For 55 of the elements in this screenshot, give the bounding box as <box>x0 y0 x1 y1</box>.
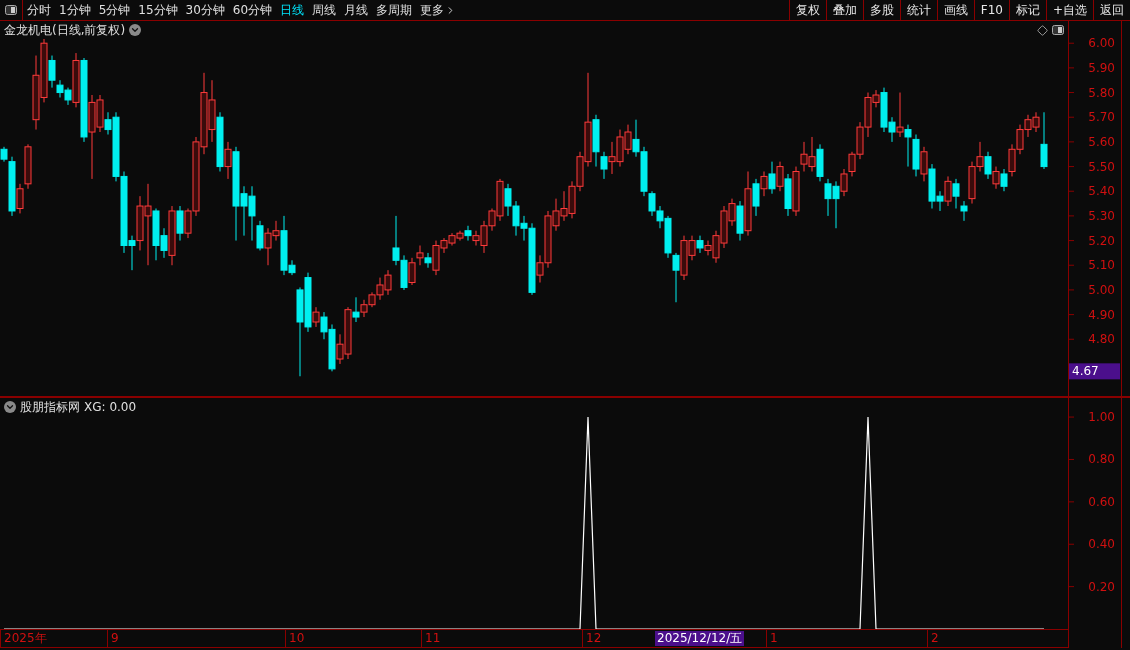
axis-label: 0.40 <box>1088 537 1115 552</box>
axis-label: 0.60 <box>1088 494 1115 509</box>
axis-label: 6.00 <box>1088 36 1115 51</box>
date-label: 1 <box>770 631 778 646</box>
panel-toggle-icon[interactable] <box>5 5 17 15</box>
toolbar-button[interactable]: 返回 <box>1093 0 1130 20</box>
date-label: 2025年 <box>4 631 47 646</box>
stock-title: 金龙机电(日线,前复权) <box>4 21 126 39</box>
toolbar-button[interactable]: 标记 <box>1008 0 1046 20</box>
period-tab[interactable]: 1分钟 <box>55 0 95 20</box>
axis-label: 5.10 <box>1088 258 1115 273</box>
axis-label: 5.40 <box>1088 184 1115 199</box>
more-button[interactable]: 更多 <box>416 0 461 20</box>
diamond-icon[interactable] <box>1037 24 1048 36</box>
period-tab[interactable]: 多周期 <box>372 0 417 20</box>
axis-label: 5.80 <box>1088 85 1115 100</box>
toolbar-button[interactable]: 多股 <box>862 0 900 20</box>
chevron-down-icon[interactable] <box>129 24 142 36</box>
date-label: 9 <box>111 631 119 646</box>
date-label: 10 <box>289 631 305 646</box>
period-tab[interactable]: 月线 <box>340 0 373 20</box>
cursor-date: 2025/12/12/五 <box>655 631 745 646</box>
axis-label: 5.60 <box>1088 134 1115 149</box>
axis-label: 0.20 <box>1088 579 1115 594</box>
date-label: 12 <box>586 631 602 646</box>
axis-label: 5.90 <box>1088 60 1115 75</box>
toolbar-button[interactable]: +自选 <box>1045 0 1093 20</box>
date-label: 2 <box>931 631 939 646</box>
axis-label: 5.50 <box>1088 159 1115 174</box>
toolbar-button[interactable]: 叠加 <box>825 0 863 20</box>
toolbar-button[interactable]: F10 <box>973 0 1009 20</box>
period-tab[interactable]: 分时 <box>23 0 55 20</box>
date-label: 11 <box>425 631 441 646</box>
period-tab[interactable]: 日线 <box>276 0 309 20</box>
chevron-down-icon[interactable] <box>4 401 16 413</box>
indicator-name: 股朋指标网 <box>20 398 80 416</box>
axis-label: 4.80 <box>1088 332 1115 347</box>
axis-label: 5.30 <box>1088 208 1115 223</box>
price-tag: 4.67 <box>1069 363 1120 380</box>
toolbar-button[interactable]: 统计 <box>899 0 937 20</box>
period-tab[interactable]: 5分钟 <box>94 0 135 20</box>
toolbar-button[interactable]: 画线 <box>936 0 974 20</box>
axis-label: 0.80 <box>1088 452 1115 467</box>
toolbar-button[interactable]: 复权 <box>788 0 826 20</box>
axis-label: 5.70 <box>1088 110 1115 125</box>
period-tab[interactable]: 30分钟 <box>181 0 229 20</box>
axis-label: 1.00 <box>1088 410 1115 425</box>
period-tab[interactable]: 15分钟 <box>134 0 182 20</box>
period-tab[interactable]: 60分钟 <box>228 0 277 20</box>
axis-label: 5.20 <box>1088 233 1115 248</box>
axis-label: 5.00 <box>1088 282 1115 297</box>
indicator-reading: XG: 0.00 <box>84 400 137 414</box>
period-tab[interactable]: 周线 <box>308 0 341 20</box>
axis-label: 4.90 <box>1088 307 1115 322</box>
panel-toggle-icon[interactable] <box>1052 25 1064 35</box>
